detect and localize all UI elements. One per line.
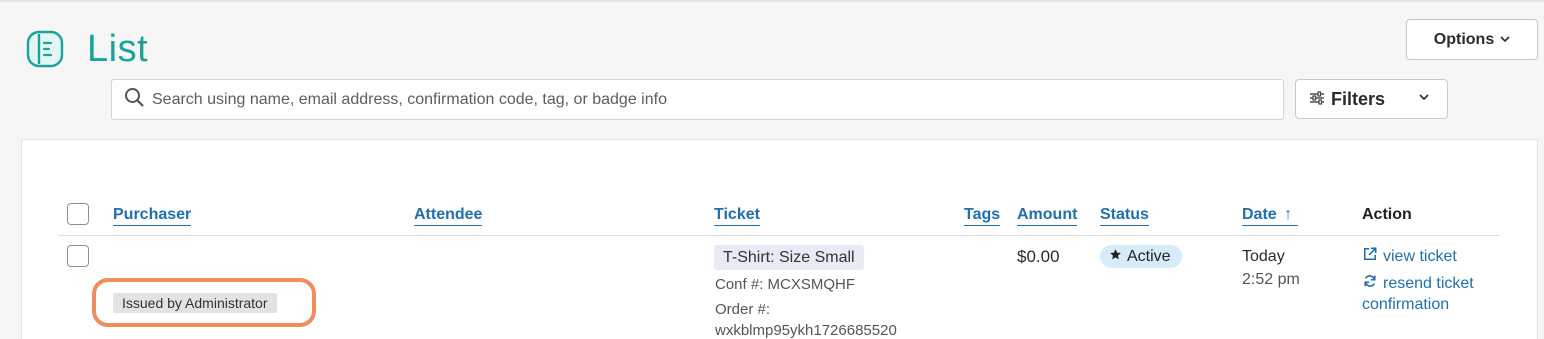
- status-label: Active: [1127, 247, 1171, 265]
- star-icon: [1109, 248, 1122, 266]
- external-link-icon: [1363, 247, 1377, 266]
- column-header-action: Action: [1362, 206, 1412, 223]
- options-button[interactable]: Options: [1406, 19, 1538, 60]
- status-badge: Active: [1100, 245, 1182, 268]
- row-checkbox[interactable]: [67, 245, 89, 267]
- resend-ticket-label-line1: resend ticket: [1383, 274, 1474, 292]
- refresh-icon: [1363, 274, 1377, 293]
- page-title: List: [87, 28, 149, 70]
- confirmation-code: Conf #: MCXSMQHF: [715, 276, 856, 293]
- column-header-status[interactable]: Status: [1100, 206, 1149, 226]
- list-logo-icon: [26, 30, 64, 68]
- view-ticket-label: view ticket: [1383, 247, 1457, 265]
- order-number: wxkblmp95ykh1726685520: [715, 322, 897, 339]
- sliders-icon: [1309, 89, 1325, 110]
- sort-ascending-icon: ↑: [1284, 206, 1293, 223]
- annotation-highlight: [92, 278, 316, 327]
- amount-value: $0.00: [1017, 247, 1060, 266]
- column-header-purchaser[interactable]: Purchaser: [113, 206, 192, 226]
- chevron-down-icon: [1500, 34, 1510, 46]
- header-divider: [58, 235, 1500, 236]
- filters-button[interactable]: Filters: [1295, 79, 1448, 119]
- column-header-tags[interactable]: Tags: [964, 206, 1001, 226]
- resend-ticket-label-line2[interactable]: confirmation: [1362, 296, 1449, 314]
- select-all-checkbox[interactable]: [67, 203, 89, 225]
- search-field[interactable]: [111, 79, 1284, 120]
- column-header-date-label: Date: [1242, 206, 1277, 223]
- date-day: Today: [1242, 248, 1285, 265]
- date-time: 2:52 pm: [1242, 271, 1300, 288]
- column-header-ticket[interactable]: Ticket: [714, 206, 760, 226]
- ticket-name: T-Shirt: Size Small: [714, 245, 864, 270]
- search-icon: [124, 87, 144, 112]
- filters-button-label: Filters: [1331, 88, 1386, 109]
- resend-ticket-link[interactable]: resend ticket: [1363, 274, 1474, 293]
- column-header-attendee[interactable]: Attendee: [414, 206, 483, 226]
- options-button-label: Options: [1433, 30, 1495, 48]
- chevron-down-icon: [1419, 92, 1429, 104]
- search-input[interactable]: [152, 90, 1283, 109]
- order-label: Order #:: [715, 301, 771, 318]
- view-ticket-link[interactable]: view ticket: [1363, 247, 1457, 266]
- column-header-date[interactable]: Date ↑: [1242, 206, 1298, 226]
- column-header-amount[interactable]: Amount: [1017, 206, 1078, 226]
